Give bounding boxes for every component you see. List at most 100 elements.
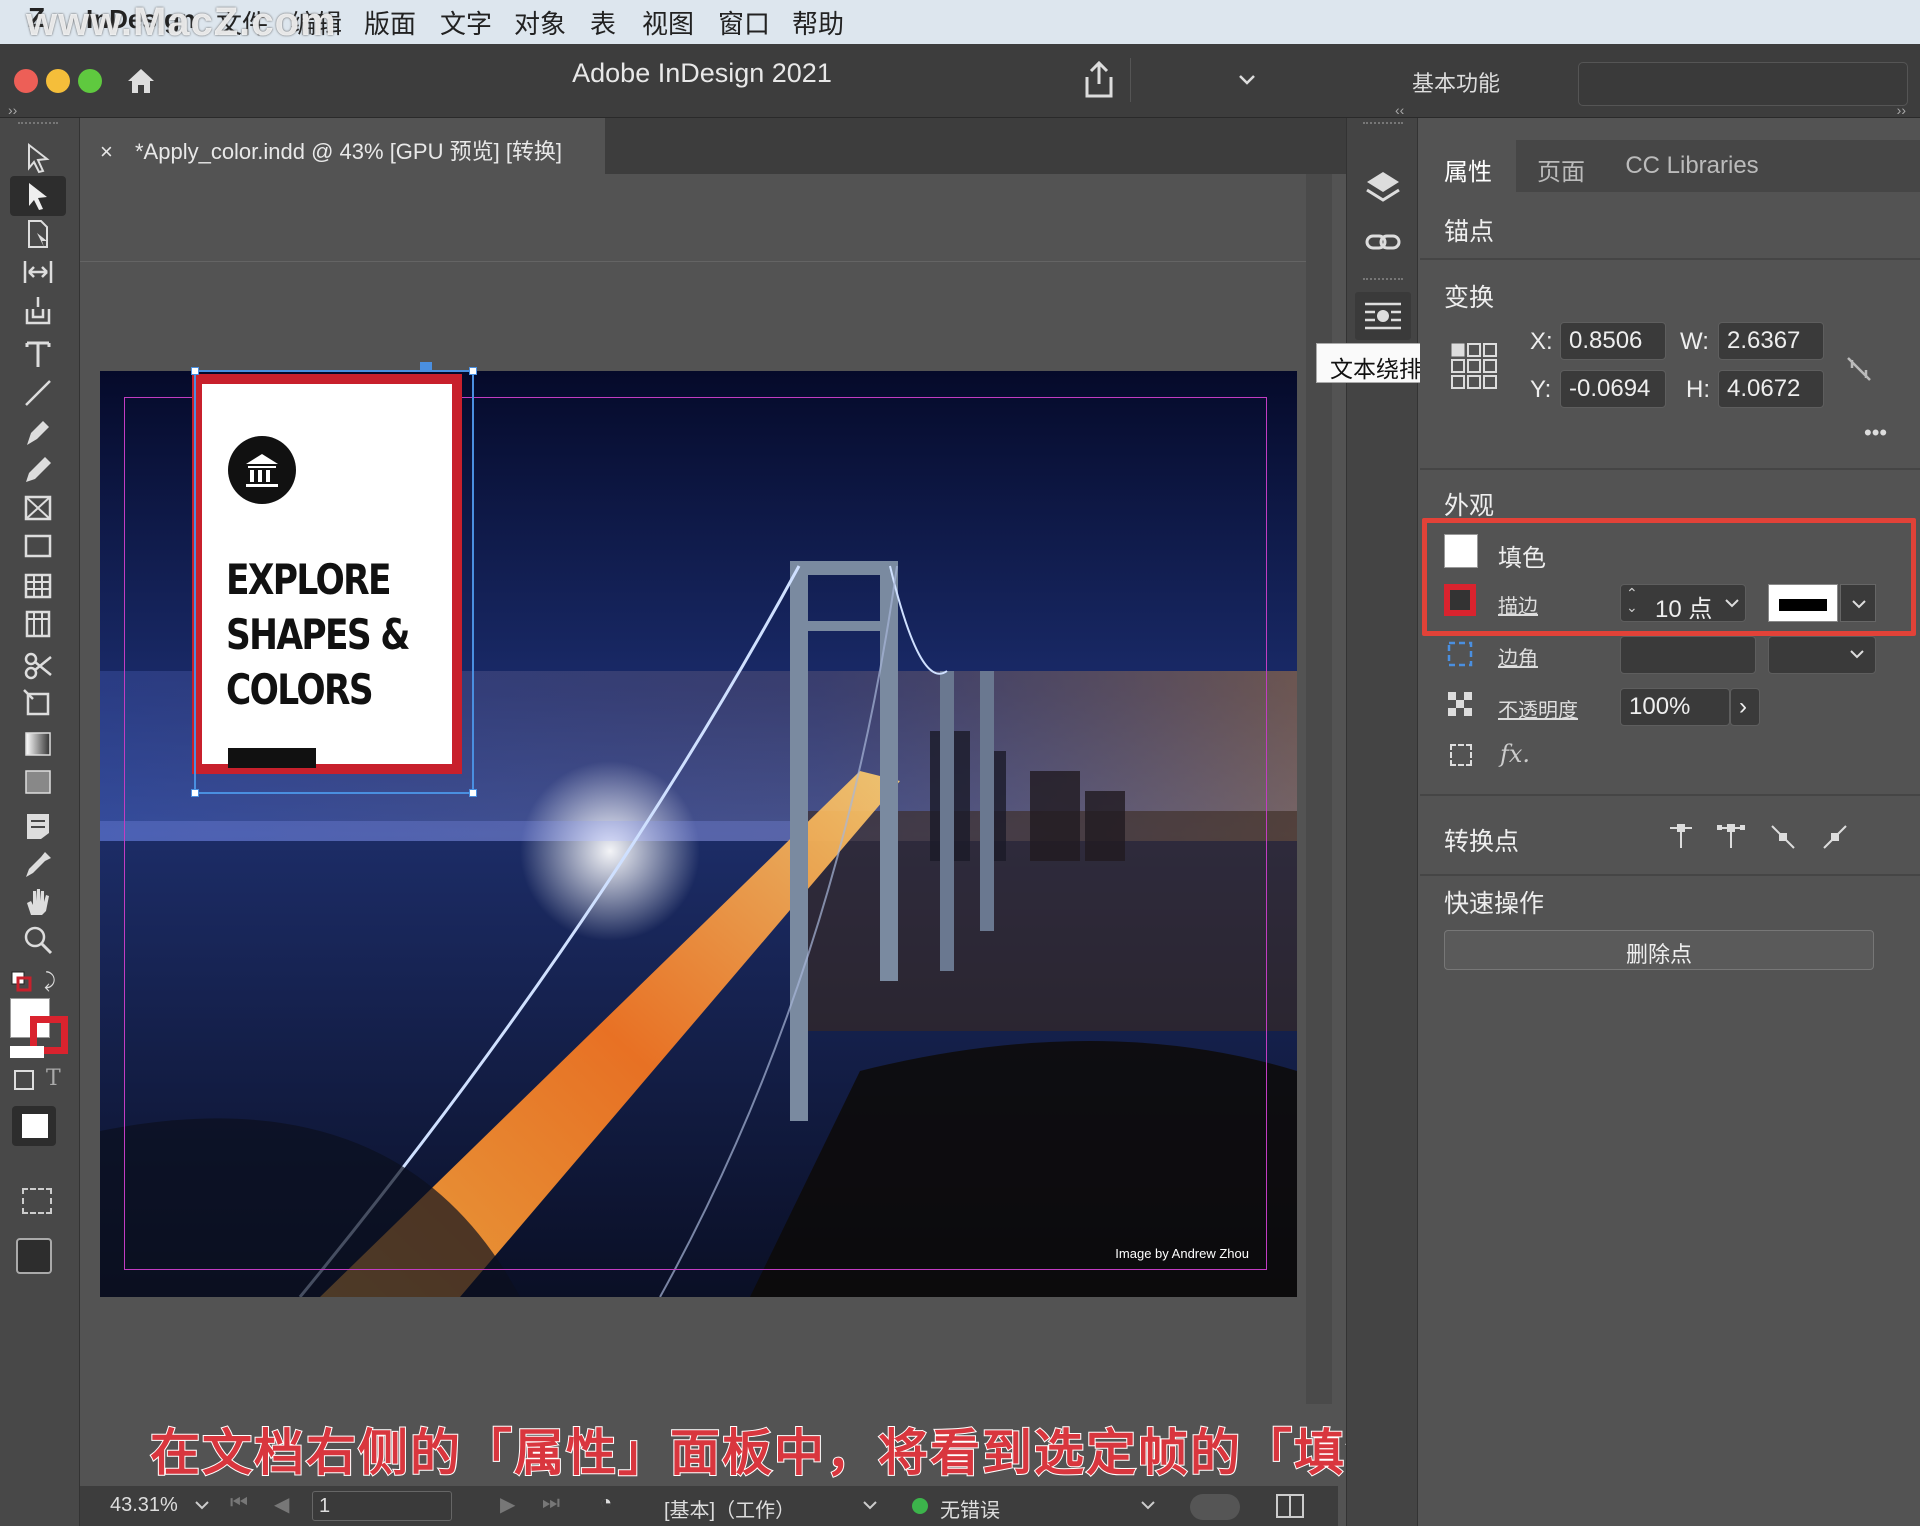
opacity-label[interactable]: 不透明度 — [1498, 694, 1578, 723]
hand-tool-icon[interactable] — [10, 882, 66, 922]
corner-label[interactable]: 边角 — [1498, 642, 1538, 671]
page-tool-icon[interactable] — [10, 214, 66, 254]
selection-tool-icon[interactable] — [10, 138, 66, 178]
menu-layout[interactable]: 版面 — [364, 4, 416, 41]
selection-handle[interactable] — [191, 789, 199, 797]
dock-grip[interactable] — [1363, 122, 1403, 126]
preflight-profile[interactable]: [基本]（工作） — [664, 1494, 795, 1523]
links-icon[interactable] — [1363, 222, 1403, 262]
menu-view[interactable]: 视图 — [642, 4, 694, 41]
convert-plain-point-icon[interactable] — [1666, 822, 1696, 852]
rectangle-frame-tool-icon[interactable] — [10, 488, 66, 528]
collapse-panel-icon[interactable]: ›› — [1897, 102, 1906, 118]
swap-colors-icon[interactable]: ⤸ — [44, 970, 68, 994]
first-page-icon[interactable]: ⏮ — [230, 1492, 248, 1515]
h-label: H: — [1686, 376, 1710, 403]
constrain-proportions-icon[interactable] — [1844, 354, 1874, 384]
table-tool-icon[interactable] — [10, 566, 66, 606]
tab-cc-libraries[interactable]: CC Libraries — [1608, 140, 1776, 192]
expand-dock-icon[interactable]: ‹‹ — [1395, 102, 1404, 118]
corner-options-icon[interactable] — [1446, 640, 1474, 668]
title-divider — [1130, 58, 1131, 102]
preview-mode-icon[interactable] — [16, 1238, 52, 1274]
document-tab[interactable]: × *Apply_color.indd @ 43% [GPU 预览] [转换] — [80, 118, 605, 174]
scissors-tool-icon[interactable] — [10, 646, 66, 686]
convert-smooth-point-icon[interactable] — [1768, 822, 1798, 852]
chevron-down-icon[interactable] — [1238, 74, 1256, 86]
frame-edge-indicator[interactable] — [420, 362, 432, 372]
content-collector-tool-icon[interactable] — [10, 290, 66, 330]
apply-color-button[interactable] — [12, 1106, 56, 1146]
tools-panel: ›› ⤸ T — [0, 102, 80, 1526]
direct-selection-tool-icon[interactable] — [10, 176, 66, 216]
y-value: -0.0694 — [1569, 375, 1651, 402]
collapse-toolbar-icon[interactable]: ›› — [8, 102, 17, 118]
preflight-icon[interactable]: ◔ — [600, 1492, 612, 1515]
menu-window[interactable]: 窗口 — [718, 4, 770, 41]
tab-pages[interactable]: 页面 — [1518, 140, 1604, 192]
screen-mode-icon[interactable] — [22, 1188, 52, 1214]
opacity-slider-button[interactable]: › — [1730, 688, 1760, 726]
corner-size-field[interactable] — [1620, 636, 1756, 674]
y-field[interactable]: -0.0694 — [1560, 370, 1666, 408]
pencil-tool-icon[interactable] — [10, 450, 66, 490]
formatting-text-icon[interactable]: T — [46, 1066, 61, 1091]
x-field[interactable]: 0.8506 — [1560, 322, 1666, 360]
default-colors-icon[interactable] — [10, 970, 34, 994]
w-field[interactable]: 2.6367 — [1718, 322, 1824, 360]
share-icon[interactable] — [1082, 60, 1116, 100]
more-options-icon[interactable]: ••• — [1864, 420, 1887, 446]
eyedropper-tool-icon[interactable] — [10, 844, 66, 884]
next-page-icon[interactable]: ▶ — [500, 1492, 515, 1517]
tab-properties[interactable]: 属性 — [1420, 140, 1516, 192]
menu-table[interactable]: 表 — [590, 4, 616, 41]
toggle-switch[interactable] — [1190, 1494, 1240, 1520]
note-tool-icon[interactable] — [10, 806, 66, 846]
search-input[interactable] — [1578, 62, 1908, 106]
text-wrap-button[interactable] — [1355, 292, 1411, 340]
opacity-icon[interactable] — [1446, 690, 1474, 718]
zoom-chevron-icon[interactable] — [194, 1500, 210, 1512]
gradient-swatch-tool-icon[interactable] — [10, 724, 66, 764]
delete-point-button[interactable]: 删除点 — [1444, 930, 1874, 970]
last-page-icon[interactable]: ⏭ — [542, 1492, 560, 1515]
panel-dock-strip: ‹‹ — [1346, 102, 1418, 1526]
rectangle-tool-icon[interactable] — [10, 526, 66, 566]
formatting-container-icon[interactable] — [14, 1070, 34, 1090]
h-field[interactable]: 4.0672 — [1718, 370, 1824, 408]
convert-corner-point-icon[interactable] — [1716, 822, 1746, 852]
pen-tool-icon[interactable] — [10, 412, 66, 452]
selection-handle[interactable] — [469, 367, 477, 375]
menu-object[interactable]: 对象 — [514, 4, 566, 41]
page-number-field[interactable]: 1 — [312, 1491, 452, 1521]
reference-point-icon[interactable] — [1450, 342, 1500, 392]
object-effects-icon[interactable] — [1450, 744, 1472, 766]
line-tool-icon[interactable] — [10, 372, 66, 412]
menu-type[interactable]: 文字 — [440, 4, 492, 41]
selection-handle[interactable] — [191, 367, 199, 375]
split-view-icon[interactable] — [1276, 1494, 1304, 1518]
workspace-switcher[interactable]: 基本功能 — [1412, 66, 1500, 98]
convert-symmetric-point-icon[interactable] — [1820, 822, 1850, 852]
gap-tool-icon[interactable] — [10, 252, 66, 292]
appearance-section-title: 外观 — [1444, 492, 1495, 520]
gradient-feather-tool-icon[interactable] — [10, 762, 66, 802]
corner-shape-dropdown[interactable] — [1768, 636, 1876, 674]
zoom-level[interactable]: 43.31% — [110, 1494, 178, 1517]
grid-tool-icon[interactable] — [10, 604, 66, 644]
document-canvas[interactable]: Image by Andrew Zhou EXPLORE SHAPES & CO… — [80, 174, 1332, 1404]
opacity-field[interactable]: 100% — [1620, 688, 1730, 726]
previous-page-icon[interactable]: ◀ — [274, 1492, 289, 1517]
toolbar-grip[interactable] — [18, 122, 58, 126]
error-chevron-icon[interactable] — [1140, 1500, 1156, 1512]
profile-chevron-icon[interactable] — [862, 1500, 878, 1512]
close-tab-icon[interactable]: × — [100, 139, 113, 164]
free-transform-tool-icon[interactable] — [10, 684, 66, 724]
selection-handle[interactable] — [469, 789, 477, 797]
layers-icon[interactable] — [1363, 168, 1403, 208]
dock-grip[interactable] — [1363, 278, 1403, 282]
menu-help[interactable]: 帮助 — [792, 4, 844, 41]
type-tool-icon[interactable] — [10, 334, 66, 374]
zoom-tool-icon[interactable] — [10, 920, 66, 960]
fx-button[interactable]: fx. — [1500, 740, 1530, 768]
